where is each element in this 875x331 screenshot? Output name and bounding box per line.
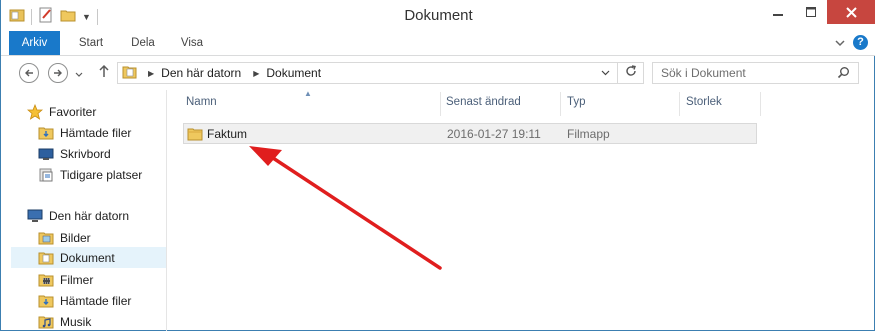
sort-ascending-icon: ▲ (304, 89, 312, 98)
tab-start[interactable]: Start (71, 31, 111, 55)
file-type: Filmapp (567, 127, 610, 141)
nav-item-label: Hämtade filer (60, 293, 132, 308)
address-bar[interactable]: ▶ Den här datorn ▶ Dokument (117, 62, 644, 84)
nav-item-skrivbord[interactable]: Skrivbord (38, 143, 193, 164)
music-folder-icon (38, 314, 54, 330)
nav-item-hamtade-filer-2[interactable]: Hämtade filer (38, 290, 193, 311)
column-header-namn[interactable]: Namn (186, 96, 217, 108)
refresh-button[interactable] (617, 62, 644, 84)
column-divider[interactable] (440, 92, 441, 116)
tab-dela[interactable]: Dela (123, 31, 163, 55)
title-bar: ▼ Dokument (1, 0, 875, 31)
navigation-pane: Favoriter Hämtade filer Skrivbord Tidiga… (1, 90, 167, 331)
address-history-dropdown[interactable] (595, 63, 615, 83)
search-box[interactable] (652, 62, 859, 84)
nav-item-bilder[interactable]: Bilder (38, 227, 193, 248)
nav-item-label: Filmer (60, 272, 94, 287)
folder-icon (187, 126, 203, 145)
breadcrumb-chevron-icon[interactable]: ▶ (253, 69, 259, 78)
window-title: Dokument (404, 7, 473, 24)
nav-item-musik[interactable]: Musik (38, 311, 193, 331)
file-modified: 2016-01-27 19:11 (447, 127, 541, 141)
nav-item-label: Den här datorn (49, 208, 130, 223)
videos-folder-icon (38, 272, 54, 288)
tab-visa[interactable]: Visa (172, 31, 212, 55)
window-controls (761, 0, 875, 24)
desktop-icon (38, 146, 54, 162)
breadcrumb-den-har-datorn[interactable]: Den här datorn (161, 66, 241, 80)
search-icon[interactable] (837, 66, 850, 82)
nav-item-label: Tidigare platser (60, 167, 143, 182)
nav-item-filmer[interactable]: Filmer (38, 269, 193, 290)
minimize-button[interactable] (761, 0, 794, 24)
ribbon-controls: ? (835, 35, 868, 50)
computer-icon (27, 208, 43, 224)
close-button[interactable] (827, 0, 875, 24)
tab-arkiv[interactable]: Arkiv (9, 31, 60, 55)
nav-item-label: Hämtade filer (60, 125, 132, 140)
search-input[interactable] (653, 63, 833, 83)
star-icon (27, 103, 43, 120)
column-divider[interactable] (760, 92, 761, 116)
downloads-folder-icon (38, 125, 54, 141)
forward-button[interactable] (48, 63, 68, 83)
maximize-button[interactable] (794, 0, 827, 24)
nav-item-favoriter[interactable]: Favoriter (27, 101, 182, 122)
pictures-folder-icon (38, 230, 54, 246)
column-divider[interactable] (560, 92, 561, 116)
explorer-window: ▼ Dokument Arkiv Start Dela Visa ? ▶ Den… (0, 0, 875, 331)
file-row-faktum[interactable]: Faktum 2016-01-27 19:11 Filmapp (183, 123, 757, 144)
documents-location-icon (122, 64, 138, 83)
file-list: ▲ Namn Senast ändrad Typ Storlek Faktum … (171, 89, 871, 331)
nav-item-label: Bilder (60, 230, 91, 245)
documents-folder-icon (38, 250, 54, 266)
nav-item-dokument[interactable]: Dokument (11, 247, 166, 268)
recent-locations-icon[interactable] (75, 67, 83, 81)
nav-item-label: Dokument (60, 250, 115, 265)
ribbon-tabs: Arkiv Start Dela Visa ? (1, 31, 875, 56)
expand-ribbon-icon[interactable] (835, 36, 845, 50)
file-name: Faktum (207, 127, 248, 141)
recent-places-icon (38, 167, 54, 183)
column-divider[interactable] (679, 92, 680, 116)
help-icon[interactable]: ? (853, 35, 868, 50)
nav-item-hamtade-filer[interactable]: Hämtade filer (38, 122, 193, 143)
column-header-typ[interactable]: Typ (567, 96, 586, 108)
column-header-storlek[interactable]: Storlek (686, 96, 722, 108)
address-row: ▶ Den här datorn ▶ Dokument (1, 56, 875, 90)
breadcrumb-chevron-icon[interactable]: ▶ (148, 69, 154, 78)
nav-item-label: Skrivbord (60, 146, 111, 161)
nav-item-den-har-datorn[interactable]: Den här datorn (27, 205, 182, 226)
nav-item-label: Musik (60, 314, 92, 329)
back-button[interactable] (19, 63, 39, 83)
nav-item-tidigare-platser[interactable]: Tidigare platser (38, 164, 193, 185)
downloads-folder-icon (38, 293, 54, 309)
up-button[interactable] (98, 64, 110, 81)
column-header-senast-andrad[interactable]: Senast ändrad (446, 96, 521, 108)
nav-item-label: Favoriter (49, 104, 97, 119)
breadcrumb-dokument[interactable]: Dokument (266, 66, 321, 80)
